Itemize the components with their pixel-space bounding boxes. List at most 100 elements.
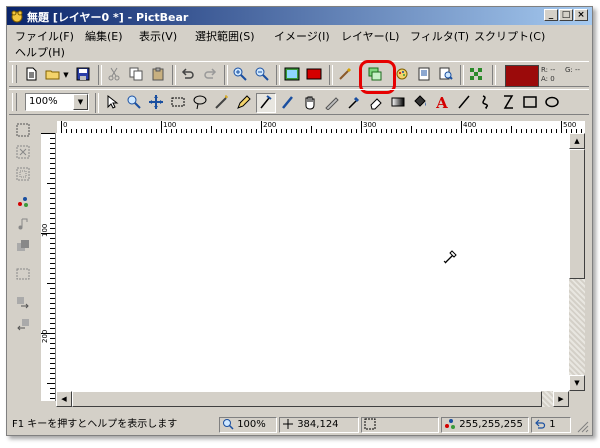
toolbar-grip[interactable] — [12, 65, 17, 83]
copy-button[interactable] — [126, 65, 146, 85]
airbrush-cursor-icon — [442, 249, 458, 268]
paint-palette-icon — [394, 66, 410, 85]
resize-button[interactable] — [466, 65, 486, 85]
color-dots-icon — [16, 195, 30, 212]
tools-toolbar: 100% ▼ A — [9, 89, 589, 115]
paintbrush-icon — [280, 94, 296, 113]
image-view-button[interactable] — [282, 65, 302, 85]
toolbar-separator — [460, 65, 464, 85]
new-file-button[interactable] — [21, 65, 41, 85]
minimize-button[interactable]: _ — [544, 9, 558, 21]
menu-filter[interactable]: フィルタ(T) — [410, 28, 469, 44]
redo-icon — [202, 66, 218, 85]
fill-tool[interactable] — [410, 93, 430, 113]
close-button[interactable]: × — [574, 9, 588, 21]
scroll-down-button[interactable]: ▼ — [569, 375, 585, 391]
rectangle-tool[interactable] — [520, 93, 540, 113]
red-rect-button[interactable] — [304, 65, 324, 85]
menu-help[interactable]: ヘルプ(H) — [15, 44, 65, 60]
ruler-label: 500 — [563, 121, 577, 129]
menu-selection[interactable]: 選択範囲(S) — [195, 28, 255, 44]
zoom-select[interactable]: 100% ▼ — [25, 93, 89, 111]
move-tool[interactable] — [146, 93, 166, 113]
cursor-arrow-icon — [104, 94, 120, 113]
menu-view[interactable]: 表示(V) — [139, 28, 177, 44]
invert-selection-button[interactable] — [14, 166, 32, 184]
lasso-tool[interactable] — [190, 93, 210, 113]
rect-select-tool[interactable] — [168, 93, 188, 113]
menu-file[interactable]: ファイル(F) — [15, 28, 74, 44]
chevron-down-icon[interactable]: ▼ — [73, 94, 88, 110]
deselect-button[interactable] — [14, 144, 32, 162]
airbrush-tool[interactable] — [256, 93, 276, 113]
horizontal-scroll-thumb[interactable] — [72, 391, 542, 407]
maximize-button[interactable]: □ — [559, 9, 573, 21]
magic-wand-tool[interactable] — [212, 93, 232, 113]
hand-tool[interactable] — [300, 93, 320, 113]
folder-icon — [45, 66, 61, 85]
zoom-in-button[interactable] — [230, 65, 250, 85]
menu-script[interactable]: スクリプト(C) — [474, 28, 545, 44]
horizontal-scrollbar[interactable]: ◀ ▶ — [56, 391, 569, 407]
paste-button[interactable] — [148, 65, 168, 85]
color-fill-button[interactable] — [392, 65, 412, 85]
arrow-left-icon — [16, 317, 30, 334]
current-color-swatch[interactable] — [505, 65, 539, 87]
cut-button[interactable] — [104, 65, 124, 85]
color-select-button[interactable] — [14, 194, 32, 212]
preview-button[interactable] — [436, 65, 456, 85]
red-square-icon — [306, 66, 322, 85]
select-frame-button[interactable] — [14, 266, 32, 284]
line-tool[interactable] — [454, 93, 474, 113]
toolbar-grip[interactable] — [12, 93, 17, 111]
ruler-label: 400 — [463, 121, 477, 129]
select-rect-button[interactable] — [14, 122, 32, 140]
eyedropper-tool[interactable] — [344, 93, 364, 113]
dotted-rect-icon — [16, 123, 30, 140]
undo-button[interactable] — [178, 65, 198, 85]
status-zoom-value: 100% — [237, 419, 266, 430]
scroll-left-button[interactable]: ◀ — [56, 391, 72, 407]
gradient-tool[interactable] — [388, 93, 408, 113]
ruler-label: 0 — [63, 121, 68, 129]
save-button[interactable] — [73, 65, 93, 85]
resize-grip-icon[interactable] — [575, 419, 589, 433]
move-selection-button[interactable] — [14, 294, 32, 312]
scissors-icon — [106, 66, 122, 85]
paste-selection-button[interactable] — [14, 316, 32, 334]
menu-layer[interactable]: レイヤー(L) — [341, 28, 399, 44]
title-bar[interactable]: 無題 [レイヤー0 *] - PictBear _ □ × — [7, 7, 592, 25]
scroll-up-button[interactable]: ▲ — [569, 133, 585, 149]
gradient-icon — [390, 94, 406, 113]
zoom-tool[interactable] — [124, 93, 144, 113]
rectangle-icon — [522, 94, 538, 113]
pencil-tool[interactable] — [234, 93, 254, 113]
document-properties-button[interactable] — [414, 65, 434, 85]
ellipse-tool[interactable] — [542, 93, 562, 113]
music-note-button[interactable] — [14, 216, 32, 234]
text-tool[interactable]: A — [432, 93, 452, 113]
drawing-canvas[interactable] — [56, 133, 569, 391]
brush-tool[interactable] — [278, 93, 298, 113]
status-color: 255,255,255 — [441, 417, 529, 433]
scroll-right-button[interactable]: ▶ — [553, 391, 569, 407]
resize-arrows-icon — [468, 66, 484, 85]
vertical-scroll-thumb[interactable] — [569, 149, 585, 279]
r-readout: R: -- — [541, 66, 556, 74]
status-help-text: F1 キーを押すとヘルプを表示します — [12, 419, 178, 430]
pointer-tool[interactable] — [102, 93, 122, 113]
zoom-out-button[interactable] — [252, 65, 272, 85]
duplicate-button[interactable] — [14, 238, 32, 256]
polyline-tool[interactable] — [498, 93, 518, 113]
redo-button[interactable] — [200, 65, 220, 85]
vertical-scrollbar[interactable]: ▲ ▼ — [569, 133, 585, 391]
eraser-tool[interactable] — [366, 93, 386, 113]
menu-image[interactable]: イメージ(I) — [274, 28, 330, 44]
curve-tool[interactable] — [476, 93, 496, 113]
window-title: 無題 [レイヤー0 *] - PictBear — [27, 11, 189, 24]
menu-edit[interactable]: 編集(E) — [85, 28, 123, 44]
smudge-tool[interactable] — [322, 93, 342, 113]
brush-settings-button[interactable] — [335, 65, 355, 85]
open-file-button[interactable]: ▼ — [43, 65, 71, 85]
smudge-icon — [324, 94, 340, 113]
